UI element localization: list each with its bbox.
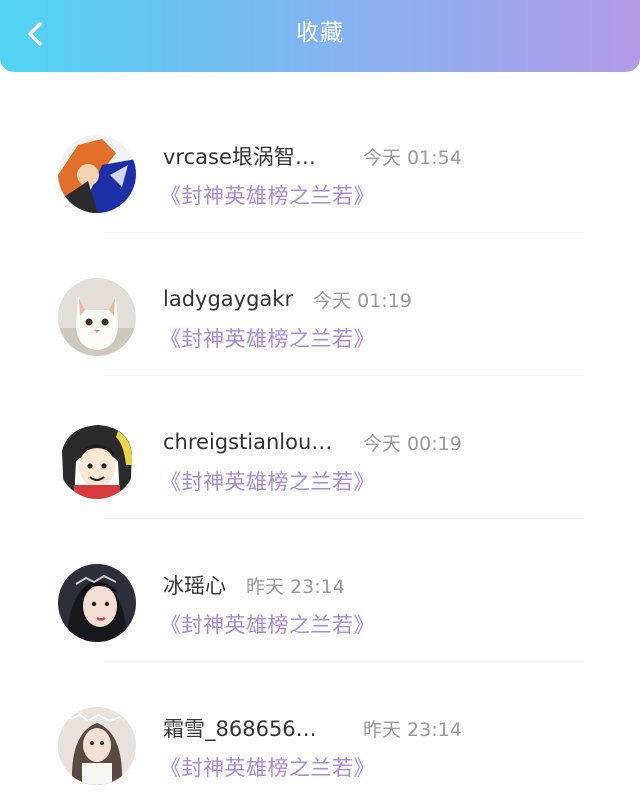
- timestamp: 昨天 23:14: [363, 718, 462, 741]
- avatar[interactable]: [58, 564, 136, 642]
- book-title-link[interactable]: 《封神英雄榜之兰若》: [160, 323, 375, 353]
- user-name[interactable]: 冰瑶心: [163, 570, 226, 600]
- list-item[interactable]: ladygaygakr 今天 01:19 《封神英雄榜之兰若》: [0, 233, 640, 376]
- avatar[interactable]: [58, 278, 136, 356]
- avatar[interactable]: [58, 707, 136, 785]
- avatar[interactable]: [58, 135, 136, 213]
- timestamp: 今天 00:19: [363, 432, 462, 455]
- user-name[interactable]: 霜雪_868656…: [163, 713, 335, 743]
- user-name[interactable]: ladygaygakr: [163, 287, 293, 311]
- page-title: 收藏: [296, 20, 344, 46]
- list-item[interactable]: 冰瑶心 昨天 23:14 《封神英雄榜之兰若》: [0, 519, 640, 662]
- book-title-link[interactable]: 《封神英雄榜之兰若》: [160, 466, 375, 496]
- list-item[interactable]: chreigstianlou… 今天 00:19 《封神英雄榜之兰若》: [0, 376, 640, 519]
- list-item[interactable]: vrcase垠涡智… 今天 01:54 《封神英雄榜之兰若》: [0, 90, 640, 233]
- book-title-link[interactable]: 《封神英雄榜之兰若》: [160, 180, 375, 210]
- avatar[interactable]: [58, 421, 136, 499]
- timestamp: 昨天 23:14: [246, 575, 345, 598]
- timestamp: 今天 01:54: [363, 146, 462, 169]
- favorites-list: vrcase垠涡智… 今天 01:54 《封神英雄榜之兰若》 ladygayga…: [0, 90, 640, 805]
- book-title-link[interactable]: 《封神英雄榜之兰若》: [160, 609, 375, 639]
- header-bar: 收藏: [0, 0, 640, 72]
- user-name[interactable]: vrcase垠涡智…: [163, 141, 335, 171]
- book-title-link[interactable]: 《封神英雄榜之兰若》: [160, 752, 375, 782]
- user-name[interactable]: chreigstianlou…: [163, 430, 335, 454]
- list-item[interactable]: 霜雪_868656… 昨天 23:14 《封神英雄榜之兰若》: [0, 662, 640, 805]
- timestamp: 今天 01:19: [313, 289, 412, 312]
